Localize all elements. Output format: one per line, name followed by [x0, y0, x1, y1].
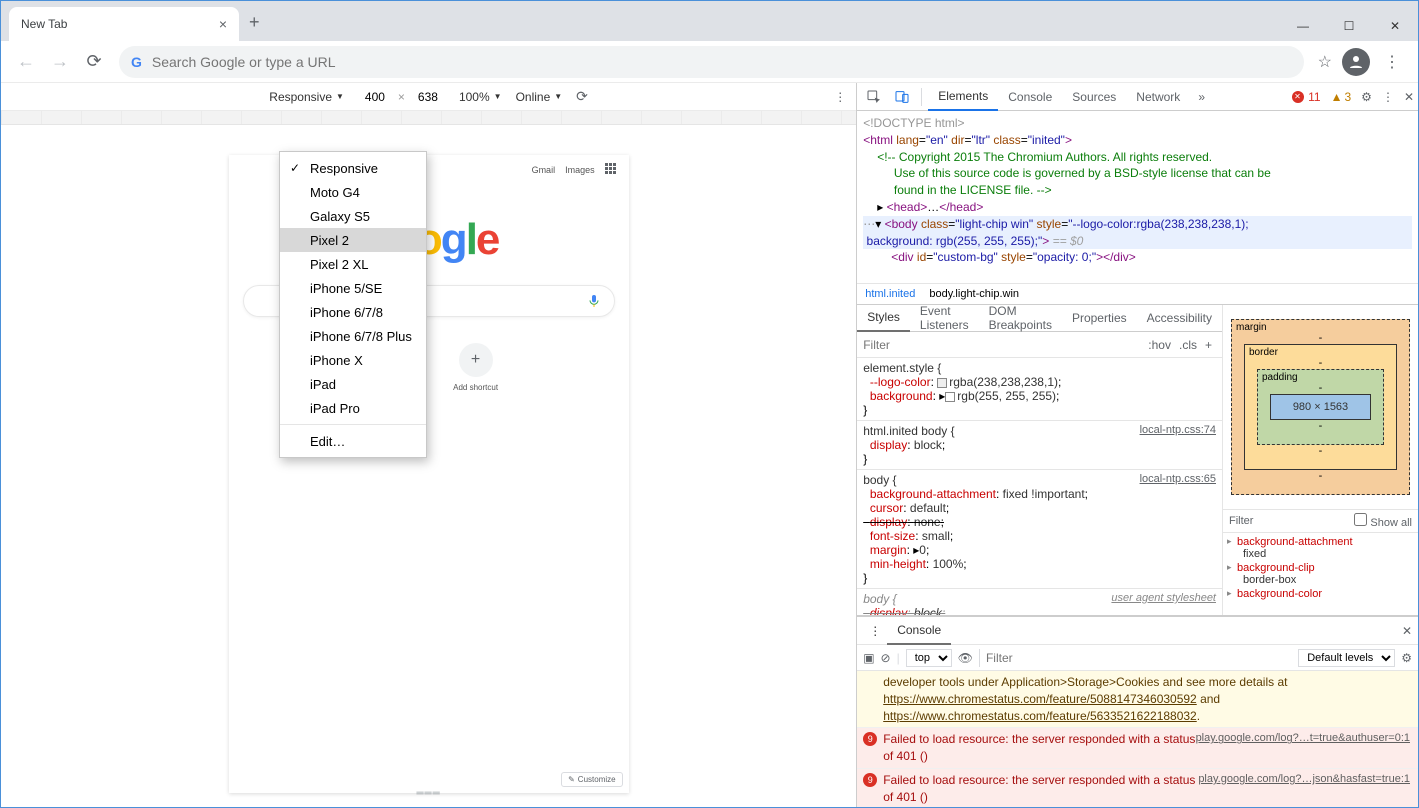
devtools-menu-icon[interactable]: ⋮	[1382, 90, 1394, 104]
dimensions-input: ×	[358, 90, 445, 104]
throttle-selector[interactable]: Online▼	[516, 90, 563, 104]
live-expression-icon[interactable]: 👁	[958, 651, 973, 665]
device-menu-item[interactable]: Pixel 2	[280, 228, 426, 252]
device-menu-item[interactable]: Galaxy S5	[280, 204, 426, 228]
device-menu-item[interactable]: iPhone 5/SE	[280, 276, 426, 300]
plus-icon: +	[459, 343, 493, 377]
settings-gear-icon[interactable]: ⚙	[1361, 90, 1372, 104]
close-drawer-icon[interactable]: ✕	[1402, 624, 1412, 638]
device-menu-edit[interactable]: Edit…	[280, 429, 426, 453]
device-selector[interactable]: Responsive▼	[269, 90, 344, 104]
device-menu-item[interactable]: iPad	[280, 372, 426, 396]
forward-button[interactable]: →	[43, 45, 77, 79]
device-menu-item[interactable]: iPad Pro	[280, 396, 426, 420]
zoom-selector[interactable]: 100%▼	[459, 90, 502, 104]
styles-tab[interactable]: Event Listeners	[910, 305, 979, 332]
cls-toggle[interactable]: .cls	[1175, 338, 1201, 352]
styles-tab[interactable]: Styles	[857, 305, 910, 332]
console-tab[interactable]: Console	[887, 617, 951, 645]
device-emulation-pane: Responsive▼ × 100%▼ Online▼ ⟳ ⋮ Gmail Im…	[1, 83, 857, 807]
rotate-icon[interactable]: ⟳	[576, 88, 588, 105]
close-tab-icon[interactable]: ×	[219, 16, 227, 32]
back-button[interactable]: ←	[9, 45, 43, 79]
warning-count[interactable]: ▲ 3	[1331, 90, 1352, 104]
console-settings-icon[interactable]: ⚙	[1401, 651, 1412, 665]
new-rule-icon[interactable]: +	[1201, 338, 1216, 352]
apps-grid-icon[interactable]	[605, 163, 619, 177]
ruler	[1, 111, 856, 125]
devtools-tab-console[interactable]: Console	[998, 83, 1062, 111]
device-toolbar: Responsive▼ × 100%▼ Online▼ ⟳ ⋮	[1, 83, 856, 111]
window-controls: — ☐ ✕	[1280, 11, 1418, 41]
google-icon: G	[131, 54, 142, 70]
reload-button[interactable]: ⟳	[77, 45, 111, 79]
console-drawer: ⋮ Console ✕ ▣ ⊘ | top 👁 Default levels ⚙…	[857, 615, 1418, 807]
gmail-link[interactable]: Gmail	[532, 165, 556, 175]
titlebar: New Tab × + — ☐ ✕	[1, 1, 1418, 41]
drawer-menu-icon[interactable]: ⋮	[863, 624, 887, 638]
height-input[interactable]	[411, 90, 445, 104]
device-menu-item[interactable]: Moto G4	[280, 180, 426, 204]
devtools-tab-elements[interactable]: Elements	[928, 83, 998, 111]
device-dropdown-menu: ResponsiveMoto G4Galaxy S5Pixel 2Pixel 2…	[279, 151, 427, 458]
device-menu-item[interactable]: iPhone 6/7/8 Plus	[280, 324, 426, 348]
styles-rules[interactable]: element.style { --logo-color: rgba(238,2…	[857, 358, 1222, 615]
devtools-header: ElementsConsoleSourcesNetwork » ✕ 11 ▲ 3…	[857, 83, 1418, 111]
viewport-area: Gmail Images Google 🛍 Web Store +	[1, 125, 856, 807]
minimize-button[interactable]: —	[1280, 11, 1326, 41]
computed-list[interactable]: background-attachmentfixedbackground-cli…	[1223, 533, 1418, 615]
images-link[interactable]: Images	[565, 165, 595, 175]
url-input[interactable]	[152, 54, 1292, 70]
close-window-button[interactable]: ✕	[1372, 11, 1418, 41]
address-bar[interactable]: G	[119, 46, 1304, 78]
dom-tree[interactable]: <!DOCTYPE html> <html lang="en" dir="ltr…	[857, 111, 1418, 283]
hov-toggle[interactable]: :hov	[1144, 338, 1175, 352]
mic-icon[interactable]	[586, 293, 602, 309]
new-tab-button[interactable]: +	[249, 12, 260, 33]
profile-avatar[interactable]	[1342, 48, 1370, 76]
inspect-element-icon[interactable]	[861, 84, 887, 110]
breadcrumb[interactable]: html.inited body.light-chip.win	[857, 283, 1418, 305]
device-menu-item[interactable]: Responsive	[280, 156, 426, 180]
shortcut-add[interactable]: + Add shortcut	[444, 343, 508, 392]
computed-filter[interactable]: Filter	[1229, 515, 1253, 527]
devtools-tab-sources[interactable]: Sources	[1062, 83, 1126, 111]
more-tabs-icon[interactable]: »	[1192, 90, 1211, 104]
browser-toolbar: ← → ⟳ G ☆ ⋮	[1, 41, 1418, 83]
clear-console-icon[interactable]: ⊘	[881, 651, 891, 665]
error-count[interactable]: ✕ 11	[1292, 90, 1321, 104]
console-toolbar: ▣ ⊘ | top 👁 Default levels ⚙	[857, 645, 1418, 671]
styles-tabs: StylesEvent ListenersDOM BreakpointsProp…	[857, 305, 1222, 332]
styles-filter-input[interactable]	[863, 338, 1144, 352]
console-output[interactable]: developer tools under Application>Storag…	[857, 671, 1418, 807]
chrome-menu-icon[interactable]: ⋮	[1374, 52, 1410, 72]
log-levels-selector[interactable]: Default levels	[1298, 649, 1395, 667]
tab-title: New Tab	[21, 17, 67, 31]
toggle-device-icon[interactable]	[889, 84, 915, 110]
device-menu-item[interactable]: iPhone X	[280, 348, 426, 372]
show-all-checkbox[interactable]: Show all	[1354, 513, 1412, 529]
device-menu-item[interactable]: Pixel 2 XL	[280, 252, 426, 276]
context-selector[interactable]: top	[906, 649, 952, 667]
styles-tab[interactable]: Properties	[1062, 305, 1137, 332]
width-input[interactable]	[358, 90, 392, 104]
pencil-icon: ✎	[568, 775, 575, 784]
devtools-tab-network[interactable]: Network	[1126, 83, 1190, 111]
device-menu-item[interactable]: iPhone 6/7/8	[280, 300, 426, 324]
bookmark-star-icon[interactable]: ☆	[1318, 52, 1332, 72]
console-filter-input[interactable]	[979, 649, 1099, 667]
devtools-panel: ElementsConsoleSourcesNetwork » ✕ 11 ▲ 3…	[857, 83, 1418, 807]
maximize-button[interactable]: ☐	[1326, 11, 1372, 41]
browser-tab[interactable]: New Tab ×	[9, 7, 239, 41]
styles-tab[interactable]: DOM Breakpoints	[979, 305, 1062, 332]
device-more-icon[interactable]: ⋮	[834, 90, 846, 104]
styles-tab[interactable]: Accessibility	[1137, 305, 1222, 332]
styles-toolbar: :hov .cls +	[857, 332, 1222, 358]
customize-button[interactable]: ✎ Customize	[561, 772, 623, 787]
height-resize-handle[interactable]: ═══	[416, 788, 440, 799]
box-model[interactable]: margin- border- padding- 980 × 1563- - -	[1223, 305, 1418, 509]
sidebar-toggle-icon[interactable]: ▣	[863, 651, 874, 665]
close-devtools-icon[interactable]: ✕	[1404, 90, 1414, 104]
